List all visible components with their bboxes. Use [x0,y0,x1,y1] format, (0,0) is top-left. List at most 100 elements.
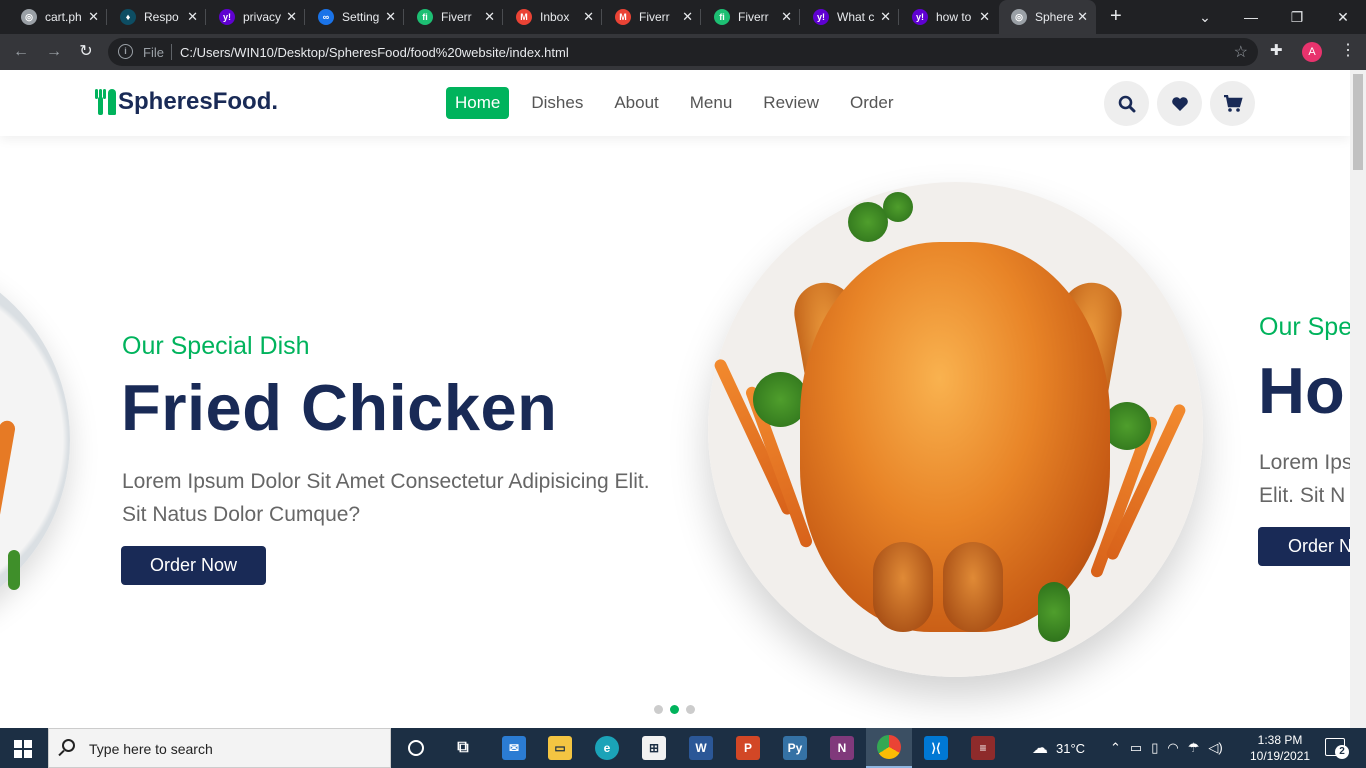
url-text[interactable]: C:/Users/WIN10/Desktop/SpheresFood/food%… [180,45,569,60]
profile-avatar[interactable]: A [1302,42,1322,62]
new-tab-button[interactable]: + [1110,5,1122,28]
tab-title: Inbox [540,10,570,24]
windows-start-icon[interactable] [14,740,32,758]
hero-title: Fried Chicken [121,371,558,444]
slider-dot[interactable] [654,705,663,714]
site-logo[interactable]: SpheresFood. [95,88,278,116]
nav-link-menu[interactable]: Menu [681,87,742,119]
tab-favicon-icon: y! [912,9,928,25]
search-button[interactable] [1104,81,1149,126]
close-tab-icon[interactable]: ✕ [286,9,297,25]
extensions-puzzle-icon[interactable]: ✚ [1270,41,1283,59]
weather-widget[interactable]: ☁ 31°C [1032,728,1085,768]
winrar-app[interactable]: ≡ [960,728,1006,768]
next-slide-subtitle: Our Spe [1259,313,1350,341]
browser-tab[interactable]: y! What c ✕ [801,0,899,34]
next-slide-description-line-1: Lorem Ips [1259,451,1350,474]
chrome-app[interactable] [866,728,912,768]
tab-search-icon[interactable]: ⌄ [1182,0,1228,34]
browser-tab[interactable]: ♦ Respo ✕ [108,0,206,34]
battery-icon[interactable]: ▭ [1130,740,1142,756]
tab-title: cart.ph [45,10,82,24]
browser-tab[interactable]: M Inbox ✕ [504,0,602,34]
site-info-icon[interactable]: i [118,44,133,59]
tab-favicon-icon: M [615,9,631,25]
close-tab-icon[interactable]: ✕ [682,9,693,25]
browser-tab[interactable]: fi Fiverr ✕ [702,0,800,34]
close-tab-icon[interactable]: ✕ [880,9,891,25]
next-slide-order-button[interactable]: Order N [1258,527,1350,566]
forward-arrow-icon[interactable]: → [43,41,65,63]
hero-subtitle: Our Special Dish [122,332,310,360]
tab-favicon-icon: fi [714,9,730,25]
order-now-button[interactable]: Order Now [121,546,266,585]
hero-description: Lorem Ipsum Dolor Sit Amet Consectetur A… [122,470,650,526]
minimize-button[interactable]: — [1228,0,1274,34]
clock-date: 10/19/2021 [1250,749,1311,763]
taskbar-search-box[interactable]: Type here to search [48,728,391,768]
nav-link-review[interactable]: Review [754,87,828,119]
browser-tab[interactable]: ◎ Sphere ✕ [999,0,1096,34]
browser-tab[interactable]: ∞ Setting ✕ [306,0,404,34]
taskbar-clock[interactable]: 1:38 PM 10/19/2021 [1250,732,1310,764]
browser-tab[interactable]: y! how to ✕ [900,0,998,34]
file-explorer-app[interactable]: ▭ [537,728,583,768]
close-tab-icon[interactable]: ✕ [583,9,594,25]
mail-app[interactable]: ✉ [491,728,537,768]
slider-dot[interactable] [686,705,695,714]
nav-link-dishes[interactable]: Dishes [522,87,592,119]
edge-app[interactable]: e [584,728,630,768]
close-tab-icon[interactable]: ✕ [781,9,792,25]
security-alert-icon[interactable]: ☂ [1188,740,1200,756]
vscode-app[interactable]: ⟩⟨ [913,728,959,768]
wifi-icon[interactable]: ◠ [1167,740,1178,756]
fried-chicken-image [708,182,1203,677]
show-hidden-icons-chevron-icon[interactable]: ⌃ [1110,740,1121,756]
cortana-circle-icon [408,740,424,756]
close-tab-icon[interactable]: ✕ [1077,9,1088,25]
browser-tab[interactable]: M Fiverr ✕ [603,0,701,34]
tab-favicon-icon: y! [219,9,235,25]
nav-link-about[interactable]: About [605,87,667,119]
weather-temperature: 31°C [1056,740,1086,756]
back-arrow-icon[interactable]: ← [10,41,32,63]
browser-tab-strip: + ⌄ — ❐ ✕ ◎ cart.ph ✕ ♦ Respo ✕ y! privacy ✕ ∞ Set… [0,0,1366,34]
browser-tab[interactable]: ◎ cart.ph ✕ [9,0,107,34]
restore-button[interactable]: ❐ [1274,0,1320,34]
close-tab-icon[interactable]: ✕ [385,9,396,25]
python-app[interactable]: Py [772,728,818,768]
close-tab-icon[interactable]: ✕ [979,9,990,25]
close-tab-icon[interactable]: ✕ [187,9,198,25]
notification-center-icon[interactable]: 2 [1325,738,1349,759]
tab-title: privacy [243,10,281,24]
browser-tab[interactable]: y! privacy ✕ [207,0,305,34]
close-tab-icon[interactable]: ✕ [484,9,495,25]
tab-favicon-icon: ♦ [120,9,136,25]
powerpoint-app[interactable]: P [725,728,771,768]
wishlist-button[interactable] [1157,81,1202,126]
logo-text: SpheresFood. [118,88,279,115]
device-icon[interactable]: ▯ [1151,740,1158,756]
task-view-button[interactable]: ⧉ [440,728,486,768]
close-tab-icon[interactable]: ✕ [88,9,99,25]
tab-favicon-icon: y! [813,9,829,25]
onenote-icon: N [830,736,854,760]
onenote-app[interactable]: N [819,728,865,768]
browser-tab[interactable]: fi Fiverr ✕ [405,0,503,34]
cortana-button[interactable] [393,728,439,768]
reload-icon[interactable]: ↻ [75,41,97,63]
browser-menu-icon[interactable]: ⋮ [1340,40,1356,60]
store-bag-icon: ⊞ [642,736,666,760]
page-scrollbar[interactable] [1350,70,1366,728]
volume-icon[interactable]: ◁) [1208,740,1222,756]
bookmark-star-icon[interactable]: ☆ [1234,42,1248,62]
scrollbar-thumb[interactable] [1353,74,1363,170]
close-window-button[interactable]: ✕ [1320,0,1366,34]
store-app[interactable]: ⊞ [631,728,677,768]
address-bar[interactable]: i File C:/Users/WIN10/Desktop/SpheresFoo… [108,38,1258,66]
word-app[interactable]: W [678,728,724,768]
slider-dot[interactable] [670,705,679,714]
cart-button[interactable] [1210,81,1255,126]
nav-link-order[interactable]: Order [841,87,902,119]
nav-link-home[interactable]: Home [446,87,510,119]
